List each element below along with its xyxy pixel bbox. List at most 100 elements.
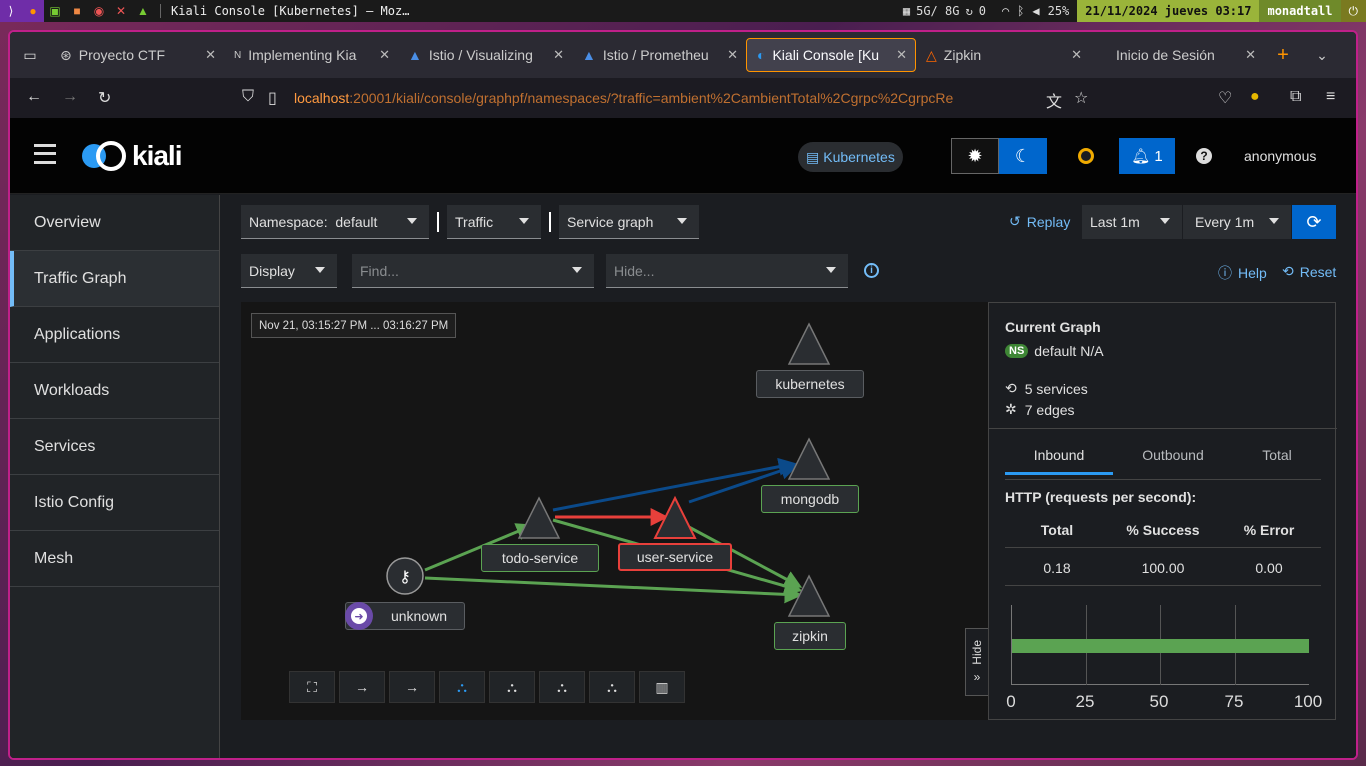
traffic-dropdown[interactable]: Traffic	[447, 205, 541, 239]
user-menu[interactable]: anonymous	[1244, 148, 1316, 164]
close-icon[interactable]: ✕	[1071, 47, 1082, 63]
graph-canvas[interactable]: Nov 21, 03:15:27 PM ... 03:16:27 PM ⚷ ku…	[241, 302, 989, 720]
sidebar-item-istio-config[interactable]: Istio Config	[10, 475, 219, 531]
tab-3[interactable]: ▲ Istio / Visualizing ✕	[398, 38, 572, 72]
sidebar-item-workloads[interactable]: Workloads	[10, 363, 219, 419]
tab-5-active[interactable]: ◐ Kiali Console [Ku ✕	[746, 38, 916, 72]
sidebar-item-traffic-graph[interactable]: Traffic Graph	[10, 251, 219, 307]
layout-2-button[interactable]: ⛬	[439, 671, 485, 703]
dark-theme-button[interactable]: ☾	[999, 138, 1047, 174]
hamburger-icon[interactable]	[34, 144, 56, 164]
terminal-icon[interactable]: ▣	[44, 0, 66, 22]
puzzle-icon[interactable]: ⧉	[1290, 88, 1301, 106]
layout-default-button[interactable]: →	[339, 671, 385, 703]
n-icon: N	[234, 49, 242, 61]
cluster-badge[interactable]: ▤ Kubernetes	[798, 142, 903, 172]
zoom-to-fit-button[interactable]: ⛶	[289, 671, 335, 703]
tab-4[interactable]: ▲ Istio / Prometheu ✕	[572, 38, 746, 72]
battery-level: 25%	[1047, 4, 1070, 18]
new-tab-button[interactable]: +	[1264, 38, 1302, 72]
arch-icon[interactable]: ▲	[132, 0, 154, 22]
light-theme-button[interactable]: ✹	[951, 138, 999, 174]
translate-icon[interactable]: 文	[1046, 88, 1062, 112]
refresh-interval-dropdown[interactable]: Every 1m	[1183, 205, 1291, 239]
display-dropdown[interactable]: Display	[241, 254, 337, 288]
firefox-icon[interactable]: ●	[22, 0, 44, 22]
tab-total[interactable]: Total	[1225, 447, 1329, 475]
tab-inbound[interactable]: Inbound	[1005, 447, 1113, 475]
shield-icon[interactable]: ⛉	[242, 88, 254, 106]
node-user-service[interactable]: user-service	[618, 543, 732, 571]
node-kubernetes[interactable]: kubernetes	[756, 370, 864, 398]
spotify-icon[interactable]: ◉	[88, 0, 110, 22]
tab-7[interactable]: Inicio de Sesión ✕	[1090, 38, 1264, 72]
layout-5-button[interactable]: ⛬	[589, 671, 635, 703]
reset-link[interactable]: ⟲ Reset	[1282, 263, 1336, 280]
reload-button[interactable]: ↻	[98, 88, 111, 108]
list-tabs-button[interactable]: ⌄	[1302, 38, 1342, 72]
node-todo-service-shape[interactable]	[517, 496, 561, 539]
bookmark-icon[interactable]: ☆	[1074, 88, 1088, 108]
vscode-icon[interactable]: ⟩	[0, 0, 22, 22]
sidebar-item-services[interactable]: Services	[10, 419, 219, 475]
duration-dropdown[interactable]: Last 1m	[1082, 205, 1182, 239]
divider	[437, 212, 439, 232]
tab-1[interactable]: ⊛ Proyecto CTF ✕	[50, 38, 224, 72]
folder-icon[interactable]: ■	[66, 0, 88, 22]
node-mongodb-shape[interactable]	[787, 437, 831, 480]
tray-icon: ▭	[23, 46, 37, 63]
hide-panel-button[interactable]: Hide »	[965, 628, 989, 696]
node-zipkin[interactable]: zipkin	[774, 622, 846, 650]
edge-unknown-zipkin[interactable]	[424, 576, 803, 604]
tab-6[interactable]: △ Zipkin ✕	[916, 38, 1090, 72]
namespace-dropdown[interactable]: Namespace: default	[241, 205, 429, 239]
close-icon[interactable]: ✕	[553, 47, 564, 63]
power-icon[interactable]: ⏻	[1340, 0, 1366, 22]
find-input[interactable]: Find...	[352, 254, 594, 288]
node-kubernetes-shape[interactable]	[787, 322, 831, 365]
close-icon[interactable]: ✕	[1245, 47, 1256, 63]
layout-3-button[interactable]: ⛬	[489, 671, 535, 703]
hide-input[interactable]: Hide...	[606, 254, 848, 288]
legend-button[interactable]: ▥	[639, 671, 685, 703]
namespace-row: NS default N/A	[1005, 343, 1104, 359]
replay-button[interactable]: ↺ Replay	[1009, 213, 1070, 230]
close-icon[interactable]: ✕	[896, 47, 907, 63]
volume-icon[interactable]: ◀	[1032, 4, 1039, 18]
page-info-icon[interactable]: ▯	[268, 88, 277, 108]
graph-type-dropdown[interactable]: Service graph	[559, 205, 699, 239]
kiali-app: kiali ▤ Kubernetes ✹ ☾ 🔔︎ 1 ? anonymous Ov…	[10, 118, 1356, 758]
close-icon[interactable]: ✕	[205, 47, 216, 63]
tool-icon[interactable]: ✕	[110, 0, 132, 22]
help-link[interactable]: ⓘ Help	[1218, 263, 1267, 283]
bluetooth-icon[interactable]: ᛒ	[1017, 4, 1024, 18]
node-mongodb[interactable]: mongodb	[761, 485, 859, 513]
notifications-button[interactable]: 🔔︎ 1	[1119, 138, 1175, 174]
layout-4-button[interactable]: ⛬	[539, 671, 585, 703]
pocket-icon[interactable]: ♡	[1218, 88, 1232, 108]
kiali-logo[interactable]: kiali	[82, 140, 182, 172]
sidebar-item-applications[interactable]: Applications	[10, 307, 219, 363]
back-button[interactable]: ←	[26, 88, 42, 106]
topology-icon: ⛬	[607, 678, 617, 695]
node-todo-service[interactable]: todo-service	[481, 544, 599, 572]
info-icon[interactable]: i	[864, 263, 879, 278]
sidebar-item-mesh[interactable]: Mesh	[10, 531, 219, 587]
sidebar-item-overview[interactable]: Overview	[10, 195, 219, 251]
status-icon[interactable]	[1078, 148, 1094, 164]
url-field[interactable]: localhost:20001/kiali/console/graphpf/na…	[294, 90, 1034, 106]
tab-overview-icon[interactable]: ▭	[10, 38, 50, 72]
forward-button[interactable]: →	[62, 88, 78, 106]
close-icon[interactable]: ✕	[727, 47, 738, 63]
close-icon[interactable]: ✕	[379, 47, 390, 63]
extension-icon[interactable]: ●	[1250, 88, 1260, 106]
system-bar: ⟩ ● ▣ ■ ◉ ✕ ▲ Kiali Console [Kubernetes]…	[0, 0, 1366, 22]
wifi-icon[interactable]: ◠	[1002, 4, 1009, 18]
help-icon[interactable]: ?	[1196, 148, 1212, 164]
menu-icon[interactable]: ≡	[1326, 88, 1335, 106]
tab-2[interactable]: N Implementing Kia ✕	[224, 38, 398, 72]
tab-outbound[interactable]: Outbound	[1119, 447, 1227, 475]
layout-1-button[interactable]: →	[389, 671, 435, 703]
divider	[549, 212, 551, 232]
refresh-button[interactable]: ⟳	[1292, 205, 1336, 239]
